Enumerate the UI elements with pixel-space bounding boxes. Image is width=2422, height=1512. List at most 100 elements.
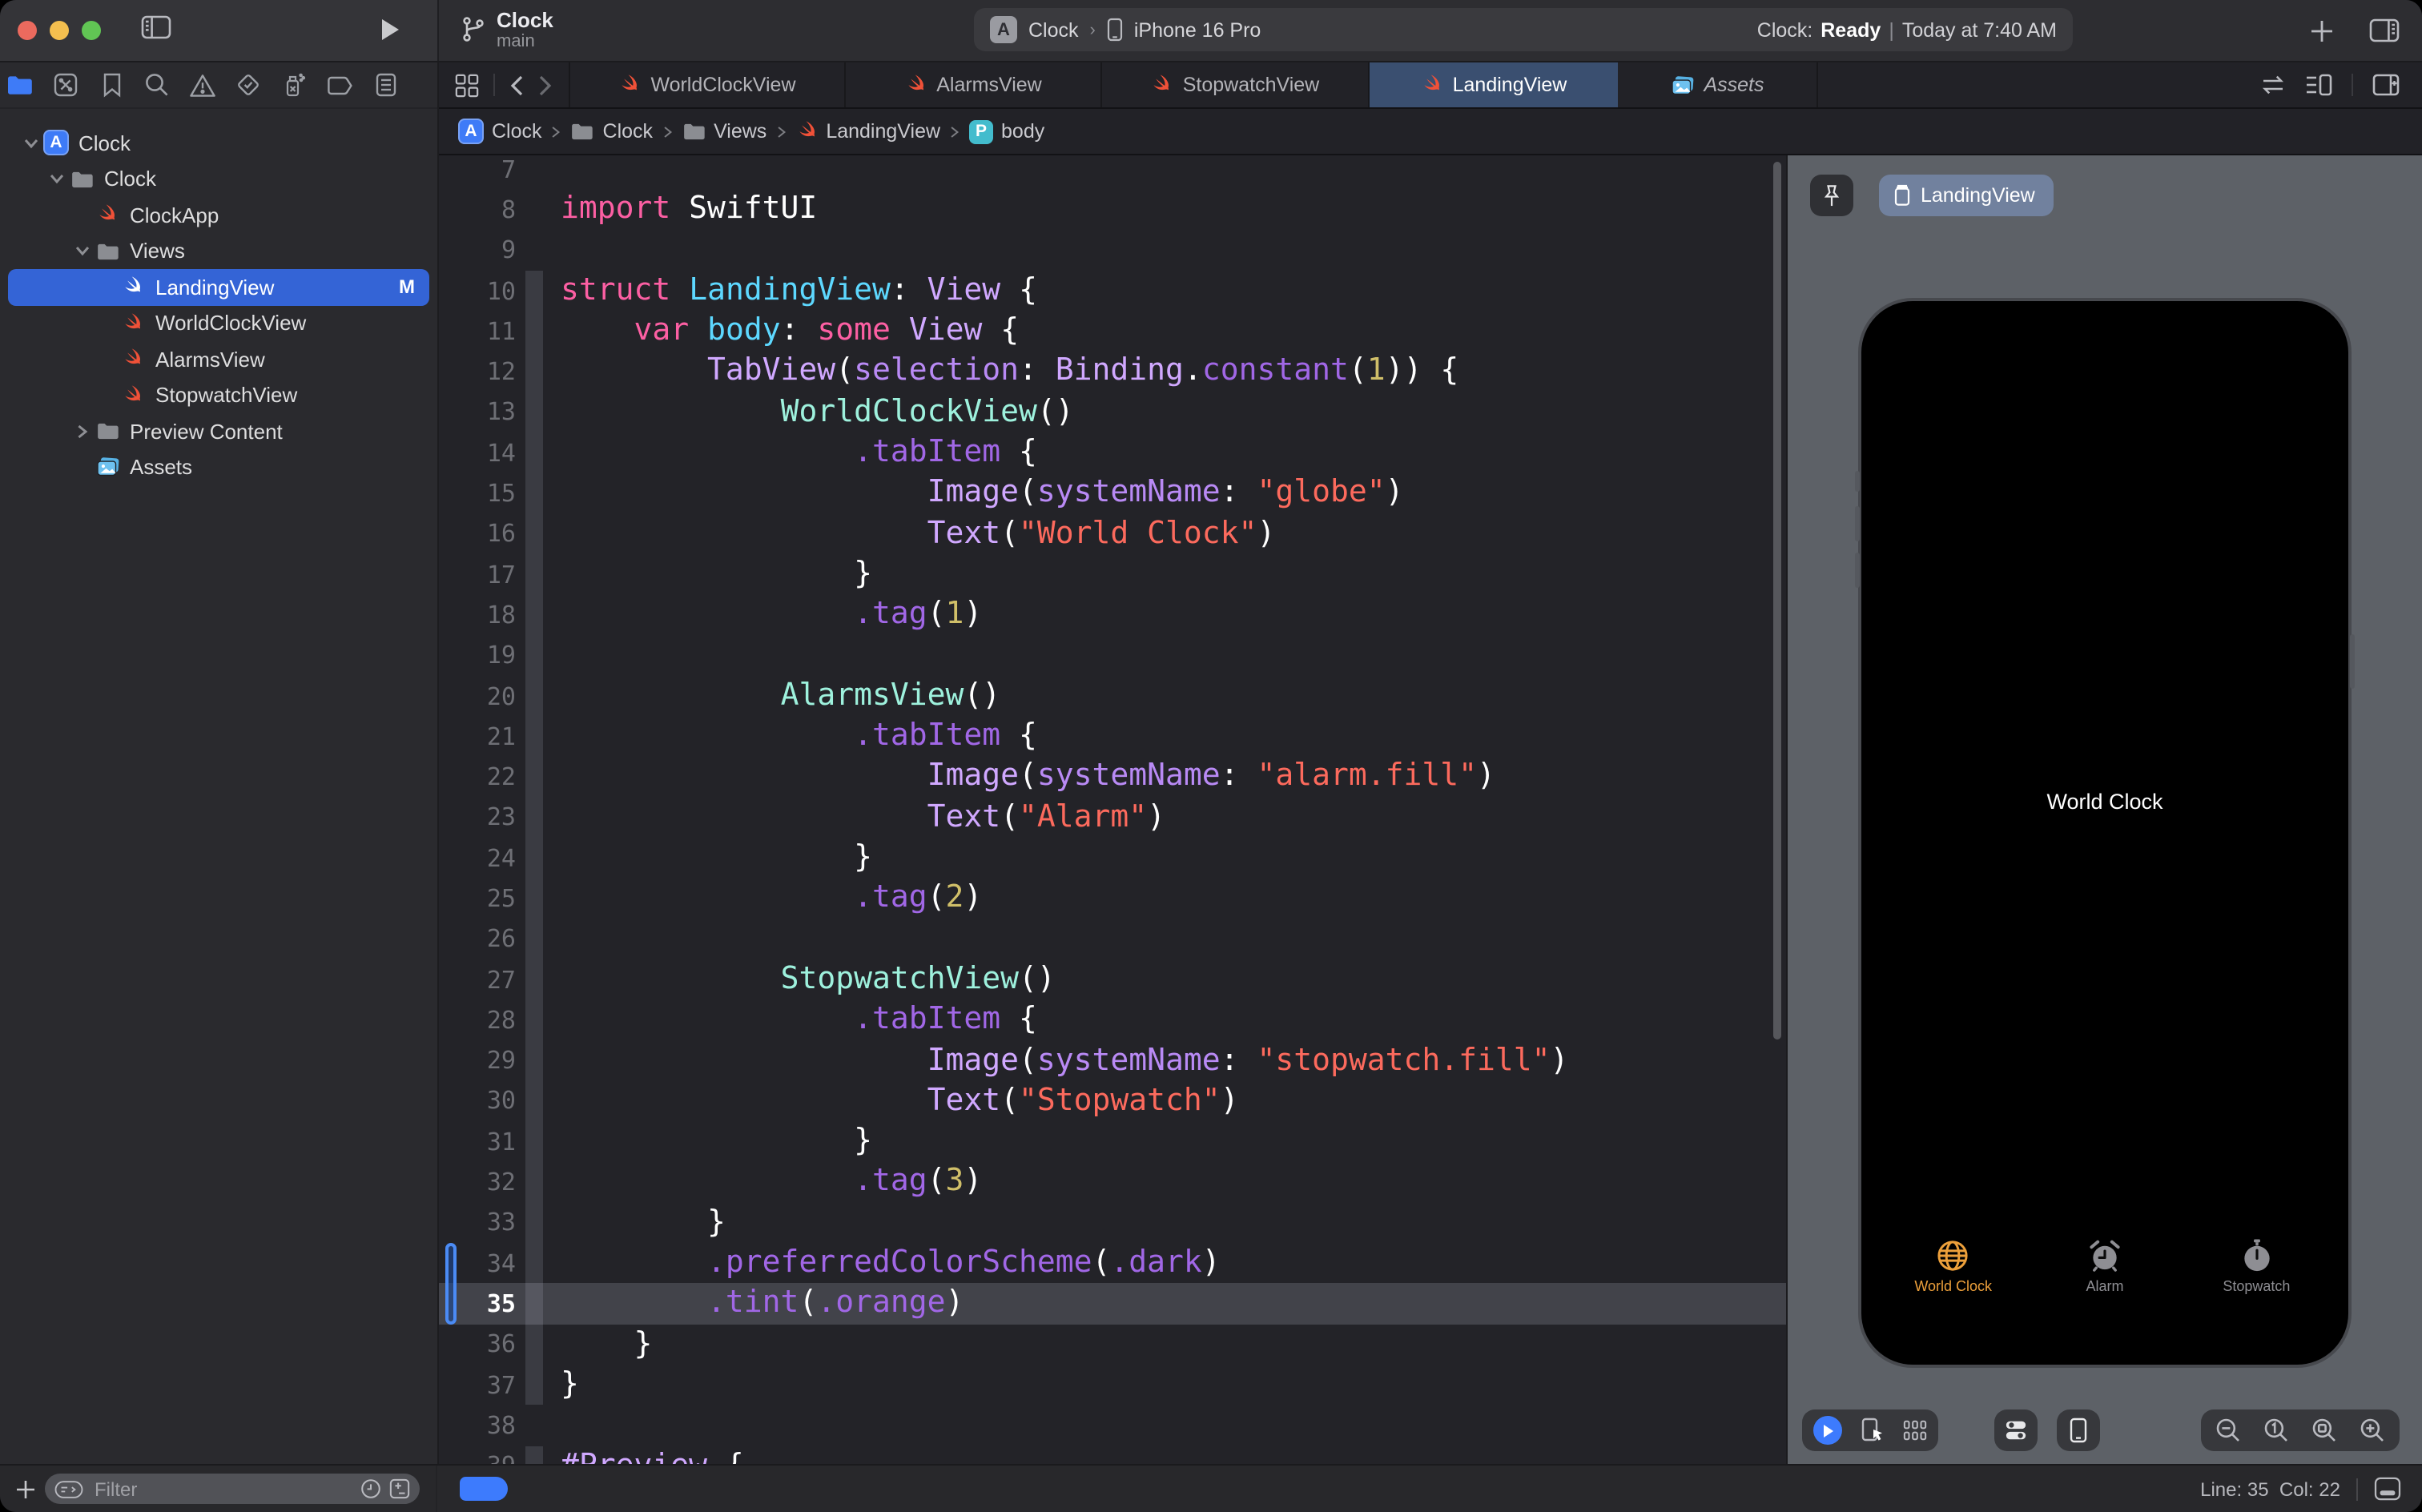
sidebar-item-clock[interactable]: Clock [8, 161, 429, 197]
line-number[interactable]: 9 [439, 235, 516, 264]
find-navigator-icon[interactable] [143, 71, 171, 99]
sidebar-item-preview-content[interactable]: Preview Content [8, 413, 429, 449]
fold-ribbon[interactable] [525, 1243, 543, 1284]
fold-ribbon[interactable] [525, 1446, 543, 1464]
fold-ribbon[interactable] [525, 1324, 543, 1365]
code-line-36[interactable]: 36 } [439, 1324, 1786, 1365]
sidebar-item-worldclockview[interactable]: WorldClockView [8, 305, 429, 341]
fold-ribbon[interactable] [525, 392, 543, 433]
filter-input[interactable] [91, 1476, 352, 1502]
source-control-navigator-icon[interactable] [52, 71, 79, 99]
code-line-9[interactable]: 9 [439, 230, 1786, 271]
line-number[interactable]: 15 [439, 479, 516, 508]
add-file-button[interactable] [16, 1479, 35, 1498]
line-number[interactable]: 8 [439, 195, 516, 224]
code-line-7[interactable]: 7 [439, 155, 1786, 190]
code-line-26[interactable]: 26 [439, 919, 1786, 959]
code-line-11[interactable]: 11 var body: some View { [439, 311, 1786, 352]
recent-files-filter-icon[interactable] [360, 1478, 381, 1499]
fold-ribbon[interactable] [525, 1365, 543, 1405]
breadcrumb-views[interactable]: Views [682, 120, 766, 143]
disclosure-right-icon[interactable] [70, 424, 93, 439]
code-line-22[interactable]: 22 Image(systemName: "alarm.fill") [439, 757, 1786, 798]
fold-ribbon[interactable] [525, 513, 543, 554]
fold-ribbon[interactable] [525, 1162, 543, 1203]
activity-status[interactable]: Clock: Ready | Today at 7:40 AM [1757, 18, 2057, 41]
fold-ribbon[interactable] [525, 798, 543, 838]
fold-ribbon[interactable] [525, 757, 543, 798]
line-number[interactable]: 13 [439, 398, 516, 427]
bookmarks-navigator-icon[interactable] [98, 71, 125, 99]
fold-ribbon[interactable] [525, 432, 543, 473]
back-chevron-icon[interactable] [509, 74, 524, 95]
code-line-32[interactable]: 32 .tag(3) [439, 1162, 1786, 1203]
project-navigator-icon[interactable] [6, 71, 34, 99]
code-line-20[interactable]: 20 AlarmsView() [439, 676, 1786, 717]
zoom-button[interactable] [82, 21, 101, 40]
fold-ribbon[interactable] [525, 352, 543, 392]
code-line-13[interactable]: 13 WorldClockView() [439, 392, 1786, 433]
forward-chevron-icon[interactable] [538, 74, 553, 95]
line-number[interactable]: 7 [439, 155, 516, 183]
line-number[interactable]: 21 [439, 722, 516, 751]
issues-navigator-icon[interactable] [189, 71, 216, 99]
line-number[interactable]: 18 [439, 601, 516, 629]
disclosure-down-icon[interactable] [70, 246, 93, 257]
line-number[interactable]: 19 [439, 641, 516, 670]
line-number[interactable]: 29 [439, 1046, 516, 1075]
line-number[interactable]: 20 [439, 682, 516, 710]
fold-ribbon[interactable] [525, 1284, 543, 1325]
fold-ribbon[interactable] [525, 635, 543, 676]
breadcrumb-landingview[interactable]: LandingView [795, 120, 940, 143]
tab-worldclockview[interactable]: WorldClockView [569, 62, 846, 107]
code-line-24[interactable]: 24 } [439, 838, 1786, 879]
live-preview-button[interactable] [1813, 1416, 1842, 1445]
line-number[interactable]: 31 [439, 1128, 516, 1156]
fold-ribbon[interactable] [525, 1202, 543, 1243]
code-line-25[interactable]: 25 .tag(2) [439, 879, 1786, 919]
disclosure-down-icon[interactable] [45, 174, 67, 185]
sidebar-toggle-icon[interactable] [141, 14, 171, 40]
fold-ribbon[interactable] [525, 1040, 543, 1081]
variants-mode-button[interactable] [1903, 1419, 1927, 1442]
code-line-37[interactable]: 37} [439, 1365, 1786, 1405]
sidebar-item-views[interactable]: Views [8, 233, 429, 269]
change-marker-tag[interactable] [460, 1477, 508, 1501]
code-line-39[interactable]: 39#Preview { [439, 1446, 1786, 1464]
reports-navigator-icon[interactable] [372, 71, 399, 99]
code-line-30[interactable]: 30 Text("Stopwatch") [439, 1081, 1786, 1122]
code-line-14[interactable]: 14 .tabItem { [439, 432, 1786, 473]
line-number[interactable]: 28 [439, 1006, 516, 1035]
code-line-33[interactable]: 33 } [439, 1202, 1786, 1243]
line-number[interactable]: 37 [439, 1370, 516, 1399]
line-number[interactable]: 27 [439, 965, 516, 994]
editor-adjust-icon[interactable] [2374, 1477, 2401, 1501]
tests-navigator-icon[interactable] [235, 71, 262, 99]
code-line-38[interactable]: 38 [439, 1405, 1786, 1446]
fold-ribbon[interactable] [525, 959, 543, 1000]
fold-ribbon[interactable] [525, 999, 543, 1040]
zoom-out-button[interactable] [2215, 1418, 2241, 1443]
breadcrumb-body[interactable]: Pbody [969, 119, 1044, 143]
sidebar-item-clockapp[interactable]: ClockApp [8, 197, 429, 233]
preview-tab-stopwatch[interactable]: Stopwatch [2181, 1238, 2332, 1294]
fold-ribbon[interactable] [525, 676, 543, 717]
tab-alarmsview[interactable]: AlarmsView [846, 62, 1102, 107]
fold-ribbon[interactable] [525, 716, 543, 757]
fold-ribbon[interactable] [525, 919, 543, 959]
code-line-16[interactable]: 16 Text("World Clock") [439, 513, 1786, 554]
line-number[interactable]: 36 [439, 1330, 516, 1359]
filter-field[interactable] [45, 1474, 420, 1504]
sidebar-item-assets[interactable]: Assets [8, 449, 429, 485]
swap-editors-icon[interactable] [2260, 74, 2286, 96]
editor-options-icon[interactable] [2305, 74, 2332, 96]
code-line-21[interactable]: 21 .tabItem { [439, 716, 1786, 757]
fold-ribbon[interactable] [525, 595, 543, 636]
related-items-icon[interactable] [455, 73, 479, 97]
source-editor[interactable]: 78import SwiftUI910struct LandingView: V… [439, 155, 1786, 1464]
code-line-12[interactable]: 12 TabView(selection: Binding.constant(1… [439, 352, 1786, 392]
add-editor-icon[interactable] [2372, 74, 2400, 96]
tab-landingview[interactable]: LandingView [1370, 62, 1618, 107]
iphone-preview-device[interactable]: World Clock World ClockAlarmStopwatch [1858, 298, 2352, 1368]
line-number[interactable]: 22 [439, 762, 516, 791]
